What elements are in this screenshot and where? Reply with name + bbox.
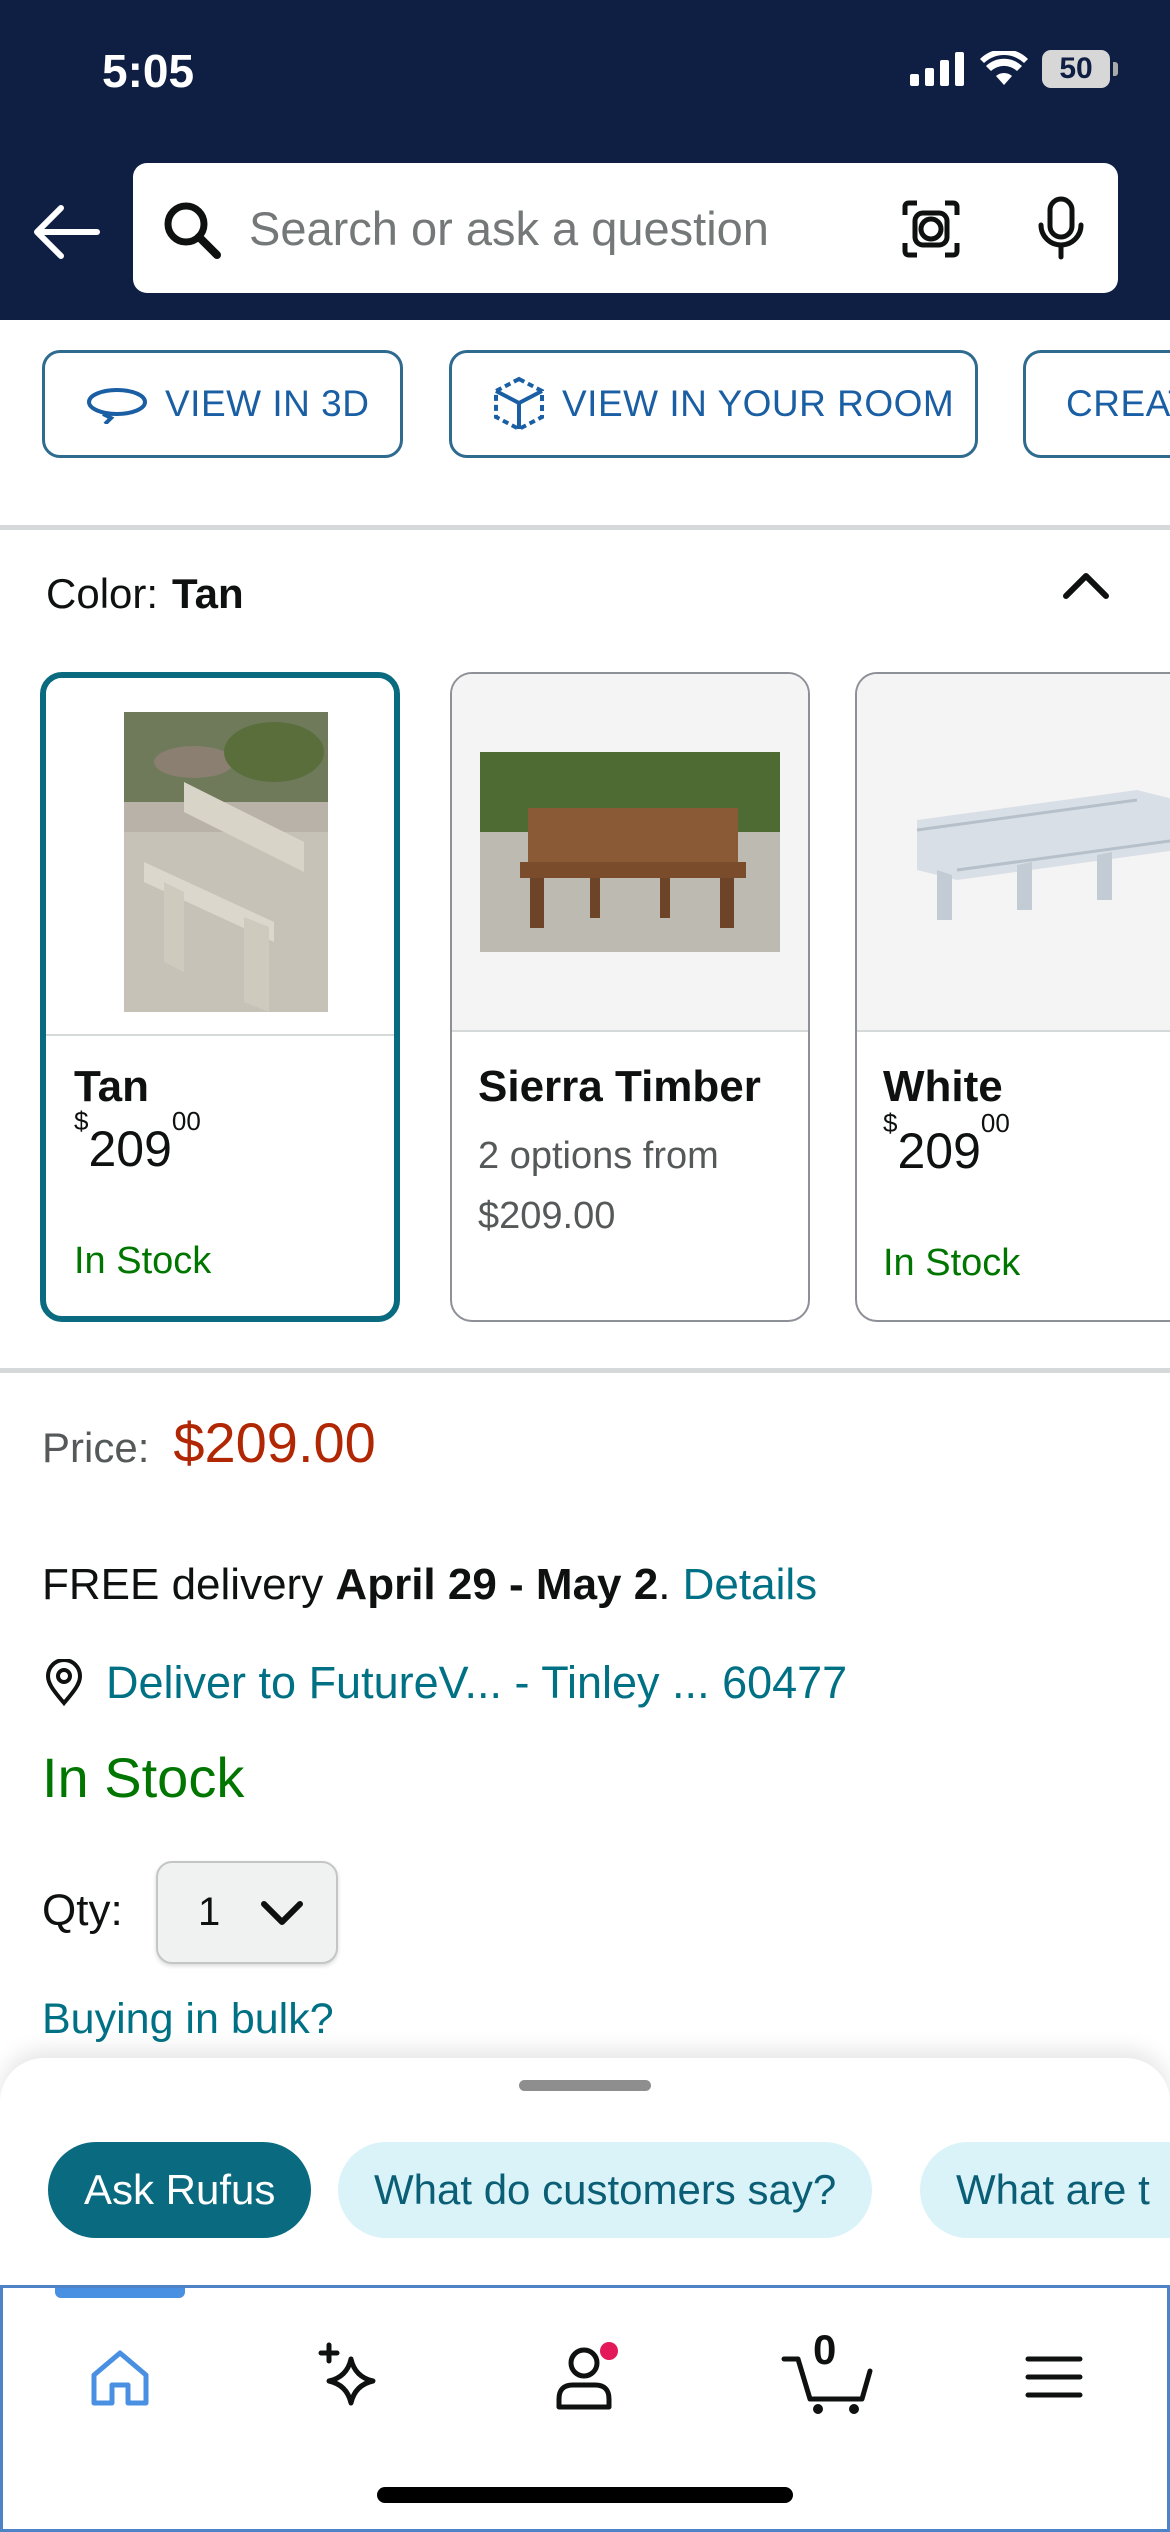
delivery-dates: April 29 - May 2 — [335, 1560, 659, 1609]
swatch-options-line1: 2 options from — [478, 1135, 719, 1177]
quantity-value: 1 — [198, 1890, 221, 1934]
create-label: CREAT — [1066, 383, 1170, 424]
swatch-name: Tan — [74, 1062, 149, 1111]
cellular-signal-icon — [910, 52, 964, 86]
chevron-down-icon — [261, 1900, 304, 1925]
swatch-stock: In Stock — [883, 1242, 1021, 1284]
microphone-icon[interactable] — [1033, 195, 1089, 263]
stock-status: In Stock — [42, 1746, 245, 1809]
rufus-sheet: Ask Rufus What do customers say? What ar… — [0, 2058, 1170, 2298]
deliver-to-text: Deliver to FutureV... - Tinley ... 60477 — [106, 1657, 848, 1708]
active-tab-indicator — [55, 2288, 185, 2298]
swatch-stock: In Stock — [74, 1240, 212, 1282]
quantity-label: Qty: — [42, 1886, 123, 1935]
search-placeholder: Search or ask a question — [249, 202, 769, 255]
sheet-grabber[interactable] — [519, 2080, 651, 2091]
nav-cart[interactable]: 0 — [773, 2326, 883, 2422]
swatch-image — [46, 678, 394, 1036]
create-button[interactable]: CREAT — [1023, 350, 1170, 458]
deliver-to-link[interactable]: Deliver to FutureV... - Tinley ... 60477 — [42, 1657, 847, 1709]
home-indicator[interactable] — [377, 2487, 793, 2503]
wifi-icon — [980, 51, 1028, 85]
delivery-prefix: FREE delivery — [42, 1560, 336, 1609]
cart-count: 0 — [813, 2326, 837, 2373]
chevron-up-icon[interactable] — [1060, 566, 1112, 606]
price-fraction: 00 — [171, 1106, 201, 1137]
swatch-image — [452, 674, 808, 1032]
swatch-price: $20900 — [883, 1108, 1010, 1180]
camera-icon[interactable] — [901, 199, 961, 259]
location-pin-icon — [45, 1659, 83, 1707]
delivery-info: FREE delivery April 29 - May 2. Details — [42, 1560, 817, 1610]
nav-menu[interactable] — [1009, 2332, 1099, 2422]
sparkle-icon — [318, 2342, 376, 2406]
section-divider — [0, 525, 1170, 530]
white-bench-image — [916, 790, 1170, 920]
account-icon — [556, 2342, 618, 2410]
color-option-sierra-timber[interactable]: Sierra Timber 2 options from $209.00 — [450, 672, 810, 1322]
status-time: 5:05 — [102, 45, 195, 97]
swatch-options-line2: $209.00 — [478, 1195, 616, 1237]
ar-cube-icon — [494, 376, 544, 432]
view-in-3d-button[interactable]: VIEW IN 3D — [42, 350, 403, 458]
ask-rufus-chip[interactable]: Ask Rufus — [48, 2142, 312, 2238]
home-icon — [91, 2350, 149, 2406]
back-button[interactable] — [30, 196, 102, 268]
delivery-separator: . — [658, 1560, 683, 1609]
details-link[interactable]: Details — [683, 1560, 818, 1609]
price-row: Price: $209.00 — [42, 1410, 376, 1475]
view-in-3d-label: VIEW IN 3D — [165, 383, 370, 424]
color-selected-value: Tan — [172, 570, 244, 617]
view-in-your-room-label: VIEW IN YOUR ROOM — [562, 383, 955, 424]
sierra-timber-bench-image — [480, 752, 780, 952]
price-whole: 209 — [88, 1121, 172, 1177]
battery-icon: 50 — [1042, 50, 1118, 88]
swatch-name: Sierra Timber — [478, 1062, 761, 1111]
search-icon — [164, 202, 221, 259]
color-label-text: Color: — [46, 570, 159, 617]
swatch-image — [857, 674, 1170, 1032]
swatch-name: White — [883, 1062, 1003, 1111]
currency-symbol: $ — [883, 1108, 898, 1139]
search-input[interactable]: Search or ask a question — [133, 163, 1118, 293]
tan-bench-image — [124, 712, 328, 1012]
color-option-tan[interactable]: Tan $20900 In Stock — [40, 672, 400, 1322]
quantity-select[interactable]: 1 — [156, 1861, 338, 1964]
swatch-price: $20900 — [74, 1106, 201, 1178]
color-label: Color: Tan — [46, 570, 244, 618]
color-option-white[interactable]: White $20900 In Stock — [855, 672, 1170, 1322]
price-whole: 209 — [897, 1123, 981, 1179]
buying-in-bulk-link[interactable]: Buying in bulk? — [42, 1995, 334, 2044]
customers-say-chip[interactable]: What do customers say? — [338, 2142, 873, 2238]
price-fraction: 00 — [980, 1108, 1010, 1139]
back-arrow-icon — [34, 205, 100, 259]
section-divider — [0, 1368, 1170, 1373]
nav-rufus[interactable] — [306, 2332, 396, 2422]
price-value: $209.00 — [173, 1411, 376, 1474]
app-header: 5:05 50 Search or ask a question — [0, 0, 1170, 320]
nav-account[interactable] — [541, 2332, 631, 2422]
swatch-options-note: 2 options from $209.00 — [478, 1126, 719, 1246]
status-icons: 50 — [910, 50, 1118, 88]
view-in-your-room-button[interactable]: VIEW IN YOUR ROOM — [449, 350, 978, 458]
price-label: Price: — [42, 1424, 150, 1471]
nav-home[interactable] — [75, 2332, 165, 2422]
currency-symbol: $ — [74, 1106, 89, 1137]
menu-icon — [1025, 2356, 1083, 2398]
what-are-chip[interactable]: What are t — [920, 2142, 1170, 2238]
rotate-3d-icon — [87, 388, 147, 424]
